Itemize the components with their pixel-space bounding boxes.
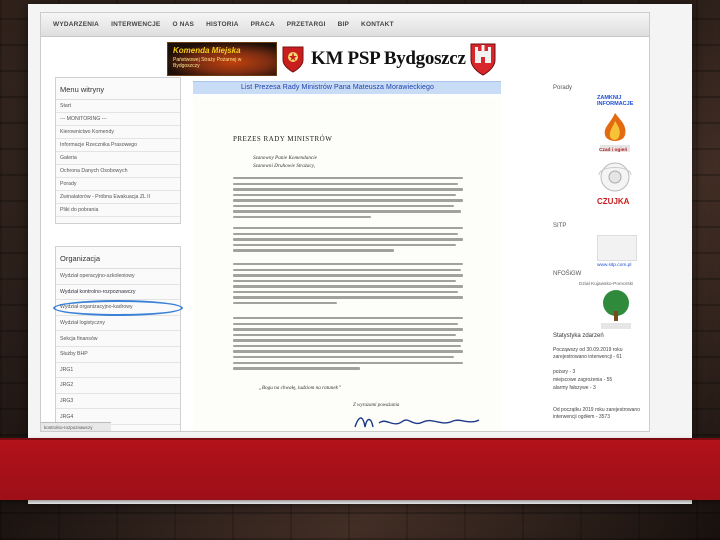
- komenda-logo-title: Komenda Miejska: [173, 46, 241, 55]
- nav-item-interwencje[interactable]: INTERWENCJE: [105, 21, 166, 28]
- letter-paragraph-3: [233, 263, 463, 308]
- letter-greeting-2: Szanowni Druhowie Strażacy,: [253, 163, 316, 169]
- org-item-kontrolno[interactable]: Wydział kontrolno-rozpoznawczy: [56, 285, 180, 301]
- site-title: KM PSP Bydgoszcz: [311, 48, 466, 69]
- bydgoszcz-coat-of-arms-icon: [470, 42, 496, 76]
- browser-status-bar: kontrolno-rozpoznawczy: [41, 422, 111, 431]
- letter-motto: „Bogu na chwałę, ludziom na ratunek”: [259, 385, 341, 391]
- org-item-operacyjno[interactable]: Wydział operacyjno-szkoleniowy: [56, 269, 180, 285]
- menu-item-porady[interactable]: Porady: [56, 178, 180, 191]
- nav-item-praca[interactable]: PRACA: [245, 21, 281, 28]
- menu-item-pliki[interactable]: Pliki do pobrania: [56, 204, 180, 217]
- czujka-label: CZUJKA: [597, 197, 630, 206]
- left-sidebar: Menu witryny Start --- MONITORING --- Ki…: [53, 77, 183, 431]
- sitp-label: SITP: [553, 223, 567, 229]
- org-item-finanse[interactable]: Sekcja finansów: [56, 331, 180, 347]
- nav-item-o-nas[interactable]: O NAS: [166, 21, 200, 28]
- organization-title: Organizacja: [56, 251, 180, 269]
- site-banner: Komenda Miejska Państwowej Straży Pożarn…: [167, 41, 507, 77]
- menu-item-kierownictwo[interactable]: Kierownictwo Komendy: [56, 126, 180, 139]
- porady-label: Porady: [553, 85, 573, 91]
- letter-paragraph-1: [233, 177, 463, 222]
- stats-since: Począwszy od 30.09.2019 roku zarejestrow…: [553, 347, 623, 360]
- sitp-link[interactable]: www.sitp.com.pl: [597, 263, 631, 268]
- letter-scan: PREZES RADY MINISTRÓW Szanowny Panie Kom…: [193, 97, 501, 431]
- menu-item-ewakuacja[interactable]: Zwinalatorów - Próbna Ewakuacja ZL II: [56, 191, 180, 204]
- stats-title: Statystyka zdarzeń: [553, 333, 604, 339]
- letter-closing: Z wyrazami poważania: [353, 403, 400, 408]
- red-title-banner: [0, 438, 720, 500]
- menu-box: Menu witryny Start --- MONITORING --- Ki…: [55, 77, 181, 224]
- org-item-bhp[interactable]: Służby BHP: [56, 347, 180, 363]
- czad-label: Czad i ogień: [599, 148, 628, 153]
- nfosigw-tree-icon[interactable]: [599, 287, 633, 331]
- letter-title: PREZES RADY MINISTRÓW: [233, 135, 333, 143]
- stats-total: Od początku 2019 roku zarejestrowano int…: [553, 407, 640, 420]
- menu-item-rzecznik[interactable]: Informacje Rzecznika Prasowego: [56, 139, 180, 152]
- nav-item-bip[interactable]: BIP: [332, 21, 355, 28]
- org-item-jrg3[interactable]: JRG3: [56, 394, 180, 410]
- document-heading-bar: List Prezesa Rady Ministrów Pana Mateusz…: [193, 81, 501, 94]
- signature-icon: [354, 417, 480, 428]
- letter-paragraph-4: [233, 317, 463, 373]
- zamknij-informacje-link[interactable]: ZAMKNIJ INFORMACJE: [597, 95, 649, 107]
- sitp-logo-image[interactable]: [597, 235, 637, 261]
- nav-item-historia[interactable]: HISTORIA: [200, 21, 245, 28]
- letter-paragraph-2: [233, 227, 463, 255]
- menu-item-ochrona-danych[interactable]: Ochrona Danych Osobowych: [56, 165, 180, 178]
- menu-item-galeria[interactable]: Galeria: [56, 152, 180, 165]
- nfosigw-label: NFOŚiGW: [553, 271, 582, 277]
- komenda-logo-box[interactable]: Komenda Miejska Państwowej Straży Pożarn…: [167, 42, 277, 76]
- stats-zagrozenia: miejscowe zagrożenia - 55: [553, 377, 613, 383]
- website-screenshot: WYDARZENIA INTERWENCJE O NAS HISTORIA PR…: [40, 12, 650, 432]
- letter-greeting-1: Szanowny Panie Komendancie: [253, 155, 317, 161]
- menu-item-start[interactable]: Start: [56, 100, 180, 113]
- nav-item-wydarzenia[interactable]: WYDARZENIA: [47, 21, 105, 28]
- org-item-jrg2[interactable]: JRG2: [56, 378, 180, 394]
- organization-box: Organizacja Wydział operacyjno-szkolenio…: [55, 246, 181, 431]
- komenda-logo-subtitle: Państwowej Straży Pożarnej w Bydgoszczy: [173, 57, 242, 69]
- highlight-oval: [53, 300, 183, 316]
- top-navigation: WYDARZENIA INTERWENCJE O NAS HISTORIA PR…: [41, 13, 649, 37]
- nav-item-przetargi[interactable]: PRZETARGI: [281, 21, 332, 28]
- menu-item-monitoring[interactable]: --- MONITORING ---: [56, 113, 180, 126]
- right-sidebar: Porady ZAMKNIJ INFORMACJE Czad i ogień C…: [511, 77, 649, 431]
- org-item-logistyczny[interactable]: Wydział logistyczny: [56, 316, 180, 332]
- org-item-jrg1[interactable]: JRG1: [56, 363, 180, 379]
- menu-title: Menu witryny: [56, 82, 180, 100]
- document-heading[interactable]: List Prezesa Rady Ministrów Pana Mateusz…: [241, 84, 434, 91]
- slide-card: WYDARZENIA INTERWENCJE O NAS HISTORIA PR…: [28, 4, 692, 504]
- stats-pozary: pożary - 3: [553, 369, 576, 375]
- nav-item-kontakt[interactable]: KONTAKT: [355, 21, 400, 28]
- stats-alarmy: alarmy fałszywe - 3: [553, 385, 596, 391]
- psp-crest-icon: [281, 44, 305, 74]
